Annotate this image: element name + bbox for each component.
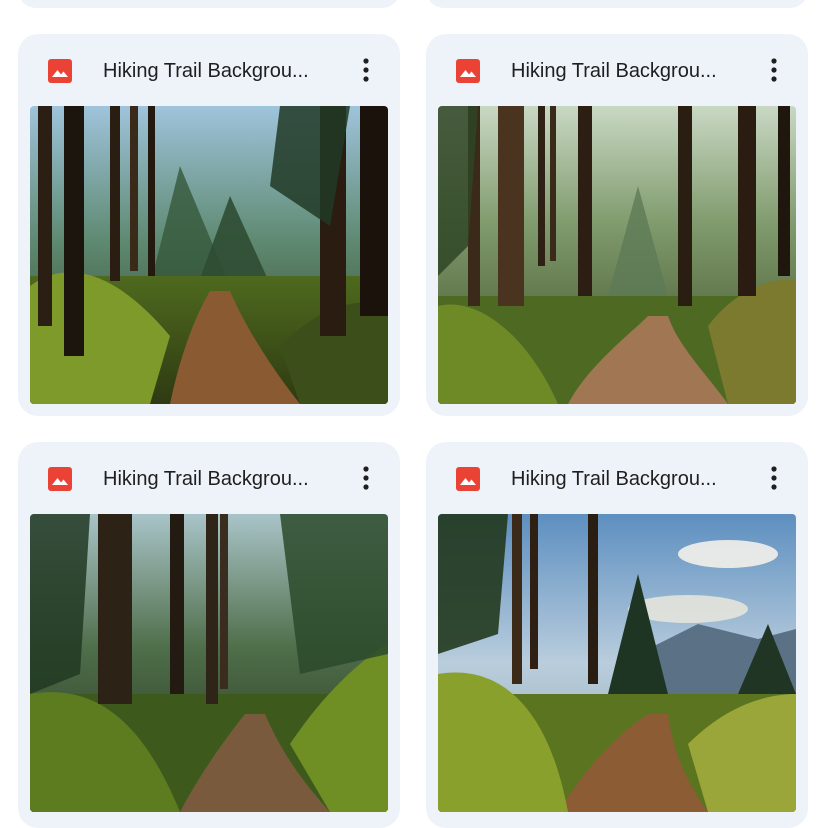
forest-trail-image <box>438 514 796 812</box>
more-vert-icon[interactable] <box>348 458 384 498</box>
file-card[interactable]: Hiking Trail Backgrou... <box>18 442 400 828</box>
file-thumbnail[interactable] <box>30 106 388 404</box>
file-card-header: Hiking Trail Backgrou... <box>426 442 808 514</box>
file-grid: Hiking Trail Backgrou... Hiking Trail Ba… <box>0 0 820 828</box>
more-vert-icon[interactable] <box>756 458 792 498</box>
file-card-header: Hiking Trail Backgrou... <box>18 442 400 514</box>
file-card-header: Hiking Trail Backgrou... <box>18 34 400 106</box>
forest-trail-image <box>438 106 796 404</box>
file-name[interactable]: Hiking Trail Backgrou... <box>511 58 743 84</box>
more-vert-icon[interactable] <box>756 50 792 90</box>
image-file-icon <box>48 467 72 491</box>
file-card[interactable]: Hiking Trail Backgrou... <box>426 442 808 828</box>
more-vert-icon[interactable] <box>348 50 384 90</box>
file-card[interactable]: Hiking Trail Backgrou... <box>18 34 400 416</box>
file-card-partial[interactable] <box>18 0 400 8</box>
forest-trail-image <box>30 514 388 812</box>
file-card-partial[interactable] <box>426 0 808 8</box>
image-file-icon <box>456 59 480 83</box>
image-file-icon <box>48 59 72 83</box>
file-card[interactable]: Hiking Trail Backgrou... <box>426 34 808 416</box>
forest-trail-image <box>30 106 388 404</box>
file-thumbnail[interactable] <box>438 106 796 404</box>
file-name[interactable]: Hiking Trail Backgrou... <box>511 466 743 492</box>
image-file-icon <box>456 467 480 491</box>
file-thumbnail[interactable] <box>438 514 796 812</box>
file-thumbnail[interactable] <box>30 514 388 812</box>
file-name[interactable]: Hiking Trail Backgrou... <box>103 466 335 492</box>
file-card-header: Hiking Trail Backgrou... <box>426 34 808 106</box>
file-name[interactable]: Hiking Trail Backgrou... <box>103 58 335 84</box>
